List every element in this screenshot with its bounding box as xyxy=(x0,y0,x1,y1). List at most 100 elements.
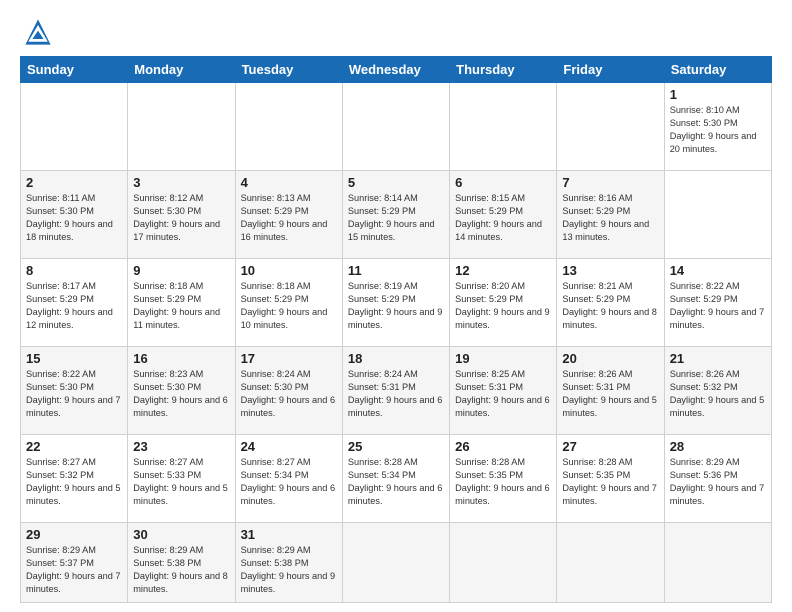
weekday-header-monday: Monday xyxy=(128,57,235,83)
calendar-cell: 22 Sunrise: 8:27 AMSunset: 5:32 PMDayligh… xyxy=(21,435,128,523)
day-number: 2 xyxy=(26,175,122,190)
day-info: Sunrise: 8:27 AMSunset: 5:32 PMDaylight:… xyxy=(26,456,122,508)
calendar-week-row: 2 Sunrise: 8:11 AMSunset: 5:30 PMDaylight… xyxy=(21,171,772,259)
day-number: 14 xyxy=(670,263,766,278)
calendar-week-row: 1 Sunrise: 8:10 AMSunset: 5:30 PMDaylight… xyxy=(21,83,772,171)
day-number: 29 xyxy=(26,527,122,542)
weekday-header-sunday: Sunday xyxy=(21,57,128,83)
calendar-cell: 23Sunrise: 8:27 AMSunset: 5:33 PMDayligh… xyxy=(128,435,235,523)
calendar-cell: 7 Sunrise: 8:16 AMSunset: 5:29 PMDaylight… xyxy=(557,171,664,259)
calendar-cell: 18 Sunrise: 8:24 AMSunset: 5:31 PMDayligh… xyxy=(342,347,449,435)
day-number: 24 xyxy=(241,439,337,454)
day-number: 17 xyxy=(241,351,337,366)
calendar-cell xyxy=(21,83,128,171)
calendar-cell xyxy=(557,523,664,603)
logo-icon xyxy=(24,18,52,46)
calendar-cell: 3Sunrise: 8:12 AMSunset: 5:30 PMDaylight… xyxy=(128,171,235,259)
day-number: 3 xyxy=(133,175,229,190)
day-info: Sunrise: 8:17 AMSunset: 5:29 PMDaylight:… xyxy=(26,280,122,332)
page: SundayMondayTuesdayWednesdayThursdayFrid… xyxy=(0,0,792,612)
calendar-cell: 12 Sunrise: 8:20 AMSunset: 5:29 PMDayligh… xyxy=(450,259,557,347)
calendar-cell: 13Sunrise: 8:21 AMSunset: 5:29 PMDayligh… xyxy=(557,259,664,347)
calendar-cell: 5 Sunrise: 8:14 AMSunset: 5:29 PMDaylight… xyxy=(342,171,449,259)
weekday-header-thursday: Thursday xyxy=(450,57,557,83)
calendar-cell: 26 Sunrise: 8:28 AMSunset: 5:35 PMDayligh… xyxy=(450,435,557,523)
calendar-cell: 10 Sunrise: 8:18 AMSunset: 5:29 PMDayligh… xyxy=(235,259,342,347)
weekday-header-friday: Friday xyxy=(557,57,664,83)
day-number: 19 xyxy=(455,351,551,366)
day-info: Sunrise: 8:18 AMSunset: 5:29 PMDaylight:… xyxy=(241,280,337,332)
day-info: Sunrise: 8:10 AMSunset: 5:30 PMDaylight:… xyxy=(670,104,766,156)
day-info: Sunrise: 8:29 AMSunset: 5:38 PMDaylight:… xyxy=(241,544,337,596)
calendar-cell xyxy=(342,523,449,603)
day-number: 12 xyxy=(455,263,551,278)
day-number: 6 xyxy=(455,175,551,190)
calendar-cell: 20 Sunrise: 8:26 AMSunset: 5:31 PMDayligh… xyxy=(557,347,664,435)
calendar-cell: 15Sunrise: 8:22 AMSunset: 5:30 PMDayligh… xyxy=(21,347,128,435)
calendar-cell: 11 Sunrise: 8:19 AMSunset: 5:29 PMDayligh… xyxy=(342,259,449,347)
day-info: Sunrise: 8:28 AMSunset: 5:34 PMDaylight:… xyxy=(348,456,444,508)
calendar-cell xyxy=(664,523,771,603)
day-info: Sunrise: 8:29 AMSunset: 5:38 PMDaylight:… xyxy=(133,544,229,596)
calendar-cell xyxy=(342,83,449,171)
day-info: Sunrise: 8:28 AMSunset: 5:35 PMDaylight:… xyxy=(562,456,658,508)
day-number: 5 xyxy=(348,175,444,190)
day-number: 9 xyxy=(133,263,229,278)
calendar-cell: 31 Sunrise: 8:29 AMSunset: 5:38 PMDayligh… xyxy=(235,523,342,603)
day-info: Sunrise: 8:22 AMSunset: 5:29 PMDaylight:… xyxy=(670,280,766,332)
day-info: Sunrise: 8:21 AMSunset: 5:29 PMDaylight:… xyxy=(562,280,658,332)
day-number: 22 xyxy=(26,439,122,454)
calendar-cell: 29 Sunrise: 8:29 AMSunset: 5:37 PMDayligh… xyxy=(21,523,128,603)
calendar-cell: 19Sunrise: 8:25 AMSunset: 5:31 PMDayligh… xyxy=(450,347,557,435)
calendar-cell: 8Sunrise: 8:17 AMSunset: 5:29 PMDaylight… xyxy=(21,259,128,347)
day-number: 10 xyxy=(241,263,337,278)
calendar-cell: 17Sunrise: 8:24 AMSunset: 5:30 PMDayligh… xyxy=(235,347,342,435)
calendar-cell: 24 Sunrise: 8:27 AMSunset: 5:34 PMDayligh… xyxy=(235,435,342,523)
calendar-cell: 27Sunrise: 8:28 AMSunset: 5:35 PMDayligh… xyxy=(557,435,664,523)
day-info: Sunrise: 8:15 AMSunset: 5:29 PMDaylight:… xyxy=(455,192,551,244)
day-info: Sunrise: 8:11 AMSunset: 5:30 PMDaylight:… xyxy=(26,192,122,244)
day-info: Sunrise: 8:26 AMSunset: 5:31 PMDaylight:… xyxy=(562,368,658,420)
calendar-cell xyxy=(450,523,557,603)
calendar-week-row: 8Sunrise: 8:17 AMSunset: 5:29 PMDaylight… xyxy=(21,259,772,347)
day-number: 31 xyxy=(241,527,337,542)
day-info: Sunrise: 8:18 AMSunset: 5:29 PMDaylight:… xyxy=(133,280,229,332)
calendar-cell: 14 Sunrise: 8:22 AMSunset: 5:29 PMDayligh… xyxy=(664,259,771,347)
day-number: 7 xyxy=(562,175,658,190)
day-info: Sunrise: 8:14 AMSunset: 5:29 PMDaylight:… xyxy=(348,192,444,244)
calendar-cell xyxy=(235,83,342,171)
day-info: Sunrise: 8:29 AMSunset: 5:36 PMDaylight:… xyxy=(670,456,766,508)
day-info: Sunrise: 8:24 AMSunset: 5:31 PMDaylight:… xyxy=(348,368,444,420)
day-number: 18 xyxy=(348,351,444,366)
day-number: 1 xyxy=(670,87,766,102)
day-number: 11 xyxy=(348,263,444,278)
weekday-header-saturday: Saturday xyxy=(664,57,771,83)
calendar-cell xyxy=(450,83,557,171)
calendar-week-row: 15Sunrise: 8:22 AMSunset: 5:30 PMDayligh… xyxy=(21,347,772,435)
calendar-cell: 2 Sunrise: 8:11 AMSunset: 5:30 PMDaylight… xyxy=(21,171,128,259)
calendar-cell: 16 Sunrise: 8:23 AMSunset: 5:30 PMDayligh… xyxy=(128,347,235,435)
day-info: Sunrise: 8:16 AMSunset: 5:29 PMDaylight:… xyxy=(562,192,658,244)
day-info: Sunrise: 8:20 AMSunset: 5:29 PMDaylight:… xyxy=(455,280,551,332)
day-info: Sunrise: 8:28 AMSunset: 5:35 PMDaylight:… xyxy=(455,456,551,508)
weekday-header-tuesday: Tuesday xyxy=(235,57,342,83)
day-info: Sunrise: 8:19 AMSunset: 5:29 PMDaylight:… xyxy=(348,280,444,332)
calendar-week-row: 29 Sunrise: 8:29 AMSunset: 5:37 PMDayligh… xyxy=(21,523,772,603)
day-number: 28 xyxy=(670,439,766,454)
day-info: Sunrise: 8:27 AMSunset: 5:33 PMDaylight:… xyxy=(133,456,229,508)
calendar-cell: 28 Sunrise: 8:29 AMSunset: 5:36 PMDayligh… xyxy=(664,435,771,523)
calendar-cell: 9 Sunrise: 8:18 AMSunset: 5:29 PMDaylight… xyxy=(128,259,235,347)
logo-area xyxy=(20,18,52,46)
day-number: 26 xyxy=(455,439,551,454)
day-number: 25 xyxy=(348,439,444,454)
day-info: Sunrise: 8:23 AMSunset: 5:30 PMDaylight:… xyxy=(133,368,229,420)
day-info: Sunrise: 8:27 AMSunset: 5:34 PMDaylight:… xyxy=(241,456,337,508)
calendar-week-row: 22 Sunrise: 8:27 AMSunset: 5:32 PMDayligh… xyxy=(21,435,772,523)
day-number: 16 xyxy=(133,351,229,366)
calendar-cell: 30Sunrise: 8:29 AMSunset: 5:38 PMDayligh… xyxy=(128,523,235,603)
day-info: Sunrise: 8:29 AMSunset: 5:37 PMDaylight:… xyxy=(26,544,122,596)
calendar-cell xyxy=(128,83,235,171)
day-number: 15 xyxy=(26,351,122,366)
day-number: 20 xyxy=(562,351,658,366)
calendar-cell: 25 Sunrise: 8:28 AMSunset: 5:34 PMDayligh… xyxy=(342,435,449,523)
